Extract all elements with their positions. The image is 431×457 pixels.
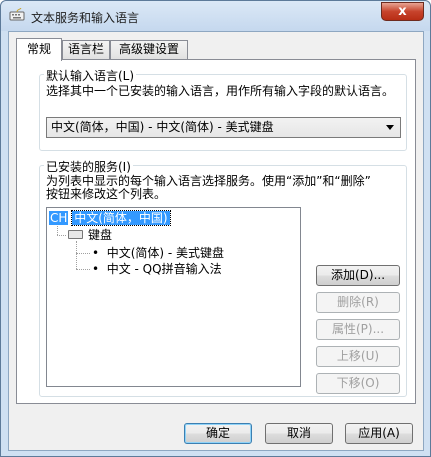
move-up-button[interactable]: 上移(U) xyxy=(316,346,400,367)
properties-button[interactable]: 属性(P)... xyxy=(316,319,400,340)
installed-services-description-line1: 为列表中显示的每个输入语言选择服务。使用“添加”和“删除” xyxy=(46,174,371,188)
services-tree[interactable]: CH 中文(简体，中国) 键盘 • 中文(简体) - 美式键盘 • 中文 - Q… xyxy=(46,207,301,387)
tree-connector xyxy=(57,235,66,236)
remove-button[interactable]: 删除(R) xyxy=(316,292,400,313)
keyboard-icon xyxy=(68,230,83,239)
tree-connector xyxy=(76,269,90,270)
move-down-button[interactable]: 下移(O) xyxy=(316,373,400,394)
window-title: 文本服务和输入语言 xyxy=(31,11,140,25)
tree-language-label: 中文(简体，中国) xyxy=(71,210,171,226)
add-button[interactable]: 添加(D)... xyxy=(316,265,400,286)
default-language-description: 选择其中一个已安装的输入语言，用作所有输入字段的默认语言。 xyxy=(46,84,395,98)
tree-item[interactable]: • 中文 - QQ拼音输入法 xyxy=(92,261,222,277)
tab-advanced-key-settings[interactable]: 高级键设置 xyxy=(110,40,188,59)
tree-connector xyxy=(76,253,90,254)
general-tab-panel: 默认输入语言(L) 选择其中一个已安装的输入语言，用作所有输入字段的默认语言。 … xyxy=(16,59,416,404)
apply-button[interactable]: 应用(A) xyxy=(345,423,413,444)
language-code-badge: CH xyxy=(49,211,69,225)
title-bar[interactable]: 文本服务和输入语言 x xyxy=(1,1,430,31)
chevron-down-icon[interactable] xyxy=(386,125,394,130)
keyboard-app-icon xyxy=(9,8,25,21)
installed-services-description-line2: 按钮来修改这个列表。 xyxy=(46,187,167,201)
tab-general[interactable]: 常规 xyxy=(16,38,62,61)
tree-connector xyxy=(57,226,58,235)
cancel-button[interactable]: 取消 xyxy=(265,423,333,444)
close-button[interactable]: x xyxy=(381,2,424,21)
tree-language-node[interactable]: CH 中文(简体，中国) xyxy=(49,210,171,226)
tree-connector xyxy=(76,241,77,269)
default-language-dropdown[interactable]: 中文(简体，中国) - 中文(简体) - 美式键盘 xyxy=(46,117,401,138)
tab-language-bar[interactable]: 语言栏 xyxy=(62,40,110,59)
default-language-group: 默认输入语言(L) 选择其中一个已安装的输入语言，用作所有输入字段的默认语言。 … xyxy=(39,67,407,151)
installed-services-group-title: 已安装的服务(I) xyxy=(44,158,133,175)
tree-category-keyboard[interactable]: 键盘 xyxy=(88,227,112,243)
tree-item[interactable]: • 中文(简体) - 美式键盘 xyxy=(92,245,224,261)
installed-services-group: 已安装的服务(I) 为列表中显示的每个输入语言选择服务。使用“添加”和“删除” … xyxy=(39,158,407,397)
default-language-selected: 中文(简体，中国) - 中文(简体) - 美式键盘 xyxy=(51,120,274,134)
default-language-group-title: 默认输入语言(L) xyxy=(44,67,137,84)
tree-item-label: 中文(简体) - 美式键盘 xyxy=(106,246,225,260)
tree-item-label: 中文 - QQ拼音输入法 xyxy=(106,262,222,276)
dialog-window: 文本服务和输入语言 x 常规 语言栏 高级键设置 默认输入语言(L) 选择其中一… xyxy=(0,0,431,457)
ok-button[interactable]: 确定 xyxy=(184,423,252,444)
dialog-body: 常规 语言栏 高级键设置 默认输入语言(L) 选择其中一个已安装的输入语言，用作… xyxy=(8,31,424,451)
